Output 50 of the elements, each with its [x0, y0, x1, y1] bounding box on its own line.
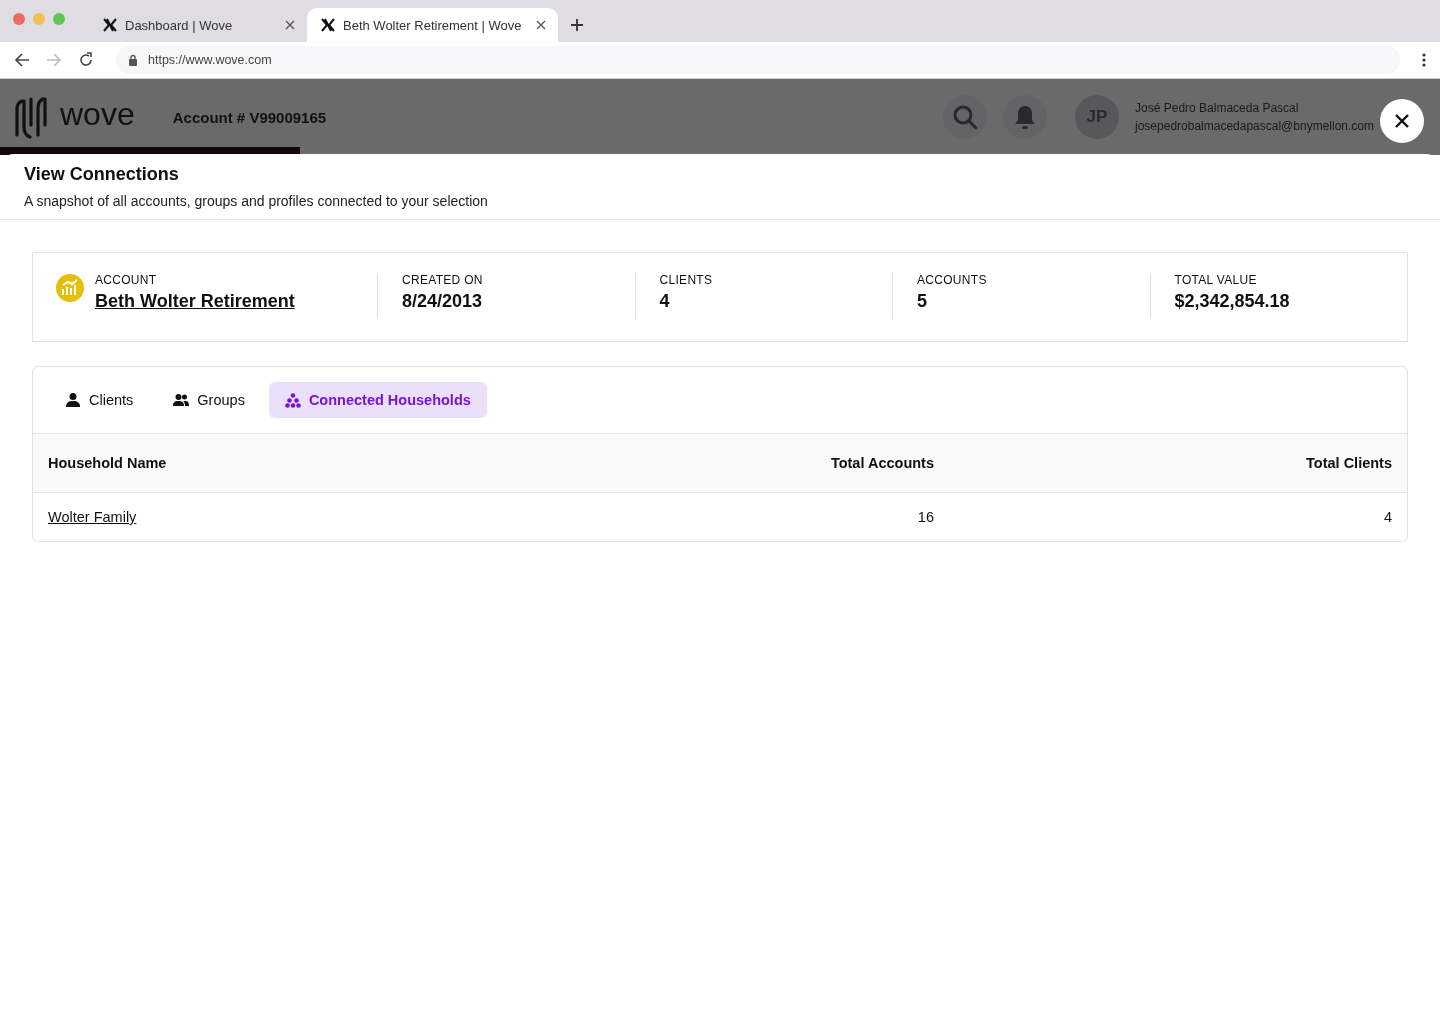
close-icon[interactable]	[285, 20, 295, 30]
bell-icon	[1014, 104, 1036, 130]
column-header: Household Name	[48, 455, 168, 471]
tab[interactable]: Groups	[157, 382, 261, 418]
account-number: Account # V99009165	[172, 108, 327, 126]
tab[interactable]: Clients	[49, 382, 150, 418]
url-text: https://www.wove.com	[148, 53, 272, 67]
search-button[interactable]	[943, 95, 987, 139]
address-bar[interactable]: https://www.wove.com	[116, 46, 1400, 74]
table-cell-text: 4	[1382, 509, 1392, 525]
browser-tab[interactable]: Dashboard | Wove	[89, 8, 307, 42]
lock-icon	[128, 54, 138, 66]
logo-text: wove	[60, 95, 135, 133]
summary-value: 4	[659, 291, 671, 312]
browser-tab[interactable]: Beth Wolter Retirement | Wove	[307, 8, 558, 42]
summary-label: TOTAL VALUE	[1174, 273, 1258, 287]
summary-value: 8/24/2013	[402, 291, 483, 312]
person-icon	[65, 392, 81, 408]
people-icon	[173, 392, 190, 408]
more-options-icon[interactable]	[1422, 53, 1426, 67]
column-header: Total Accounts	[829, 455, 934, 471]
column-header: Total Clients	[1305, 455, 1392, 471]
plus-icon[interactable]	[570, 18, 584, 32]
close-icon[interactable]	[536, 20, 546, 30]
back-arrow-icon[interactable]	[14, 52, 30, 68]
household-link[interactable]: Wolter Family	[48, 509, 137, 525]
summary-value: $2,342,854.18	[1174, 291, 1290, 312]
tab[interactable]: Connected Households	[268, 382, 487, 418]
x-logo-icon	[103, 18, 117, 32]
account-link[interactable]: Beth Wolter Retirement	[95, 291, 295, 312]
close-icon	[1395, 114, 1409, 128]
reload-icon[interactable]	[78, 52, 94, 68]
summary-label: ACCOUNTS	[917, 273, 987, 287]
summary-label: CLIENTS	[659, 273, 713, 287]
tab-title: Dashboard | Wove	[125, 17, 234, 33]
x-logo-icon	[321, 18, 335, 32]
summary-label: ACCOUNT	[95, 273, 158, 287]
table-cell-text: 16	[916, 509, 934, 525]
search-icon	[952, 104, 978, 130]
close-button[interactable]	[1380, 99, 1424, 143]
notifications-button[interactable]	[1003, 95, 1047, 139]
summary-value: 5	[917, 291, 928, 312]
summary-label: CREATED ON	[402, 273, 483, 287]
bar-chart-icon	[55, 273, 85, 303]
tab-title: Beth Wolter Retirement | Wove	[343, 17, 523, 33]
user-name: José Pedro Balmaceda Pascal	[1135, 100, 1300, 117]
dot-cluster-icon	[284, 392, 301, 408]
user-email: josepedrobalmacedapascal@bnymellon.com	[1135, 118, 1374, 135]
modal-subtitle: A snapshot of all accounts, groups and profiles connected to your selection	[24, 193, 489, 209]
modal-title: View Connections	[24, 164, 180, 185]
